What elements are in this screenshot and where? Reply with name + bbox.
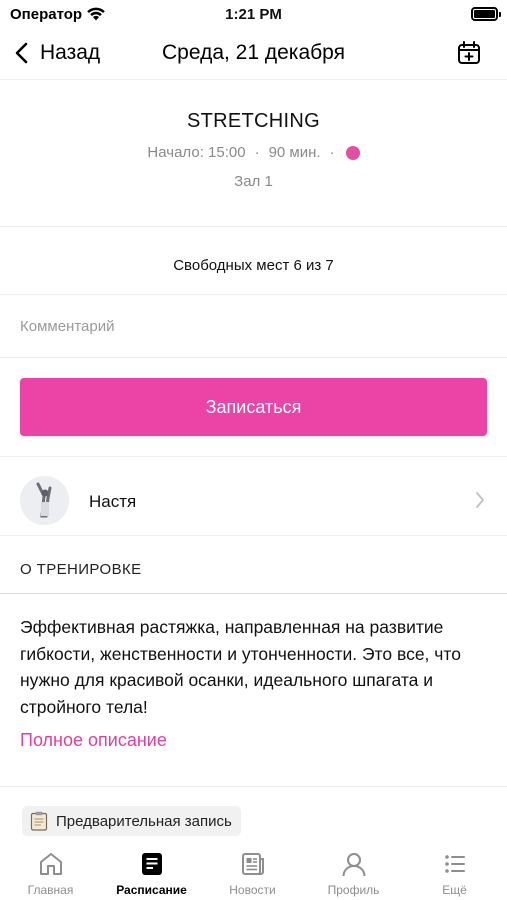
battery-icon xyxy=(471,7,501,21)
class-header: STRETCHING Начало: 15:00 · 90 мин. · Зал… xyxy=(0,80,507,226)
divider xyxy=(0,226,507,227)
tab-label: Главная xyxy=(27,883,74,897)
back-button[interactable]: Назад xyxy=(14,38,100,68)
tab-label: Расписание xyxy=(116,883,187,897)
more-icon xyxy=(445,855,465,873)
divider xyxy=(0,357,507,358)
schedule-icon xyxy=(142,853,162,875)
free-spots-label: Свободных мест 6 из 7 xyxy=(173,257,334,274)
divider xyxy=(0,294,507,295)
tab-profile[interactable]: Профиль xyxy=(303,836,404,900)
tab-more[interactable]: Ещё xyxy=(404,836,505,900)
meta-separator: · xyxy=(254,144,260,161)
calendar-plus-icon[interactable] xyxy=(455,39,483,67)
chevron-right-icon xyxy=(476,492,484,508)
class-meta: Начало: 15:00 · 90 мин. · xyxy=(0,144,507,161)
class-hall: Зал 1 xyxy=(234,173,273,190)
profile-icon xyxy=(342,853,366,877)
divider xyxy=(0,535,507,536)
back-label: Назад xyxy=(40,41,101,64)
clipboard-icon xyxy=(30,811,48,831)
avatar xyxy=(20,476,69,525)
home-icon xyxy=(40,853,62,875)
tab-label: Профиль xyxy=(327,883,380,897)
tab-bar: Главная Расписание Новости Профиль Ещё xyxy=(0,836,507,900)
divider xyxy=(0,593,507,594)
signup-button[interactable]: Записаться xyxy=(20,378,487,436)
full-description-link[interactable]: Полное описание xyxy=(20,730,167,751)
class-color-dot xyxy=(345,145,360,160)
class-title: STRETCHING xyxy=(187,110,320,132)
tab-news[interactable]: Новости xyxy=(202,836,303,900)
comment-input[interactable] xyxy=(20,311,487,341)
about-section-header: О ТРЕНИРОВКЕ xyxy=(20,561,142,578)
navigation-bar: Назад Среда, 21 декабря xyxy=(0,30,507,78)
meta-separator: · xyxy=(329,144,335,161)
tab-home[interactable]: Главная xyxy=(0,836,101,900)
tab-schedule[interactable]: Расписание xyxy=(101,836,202,900)
trainer-row[interactable]: Настя xyxy=(0,457,507,535)
class-duration: 90 мин. xyxy=(268,144,321,161)
status-time: 1:21 PM xyxy=(225,6,282,23)
trainer-photo xyxy=(20,476,69,525)
trainer-name: Настя xyxy=(89,492,137,511)
chevron-left-icon xyxy=(15,42,28,64)
divider xyxy=(0,786,507,787)
tab-label: Ещё xyxy=(442,883,467,897)
tab-label: Новости xyxy=(229,883,276,897)
prebooking-label: Предварительная запись xyxy=(56,812,232,830)
class-description: Эффективная растяжка, направленная на ра… xyxy=(20,617,461,717)
status-bar: Оператор 1:21 PM xyxy=(0,0,507,30)
class-start-time: Начало: 15:00 xyxy=(147,144,246,161)
news-icon xyxy=(242,853,264,875)
prebooking-badge: Предварительная запись xyxy=(22,806,241,836)
